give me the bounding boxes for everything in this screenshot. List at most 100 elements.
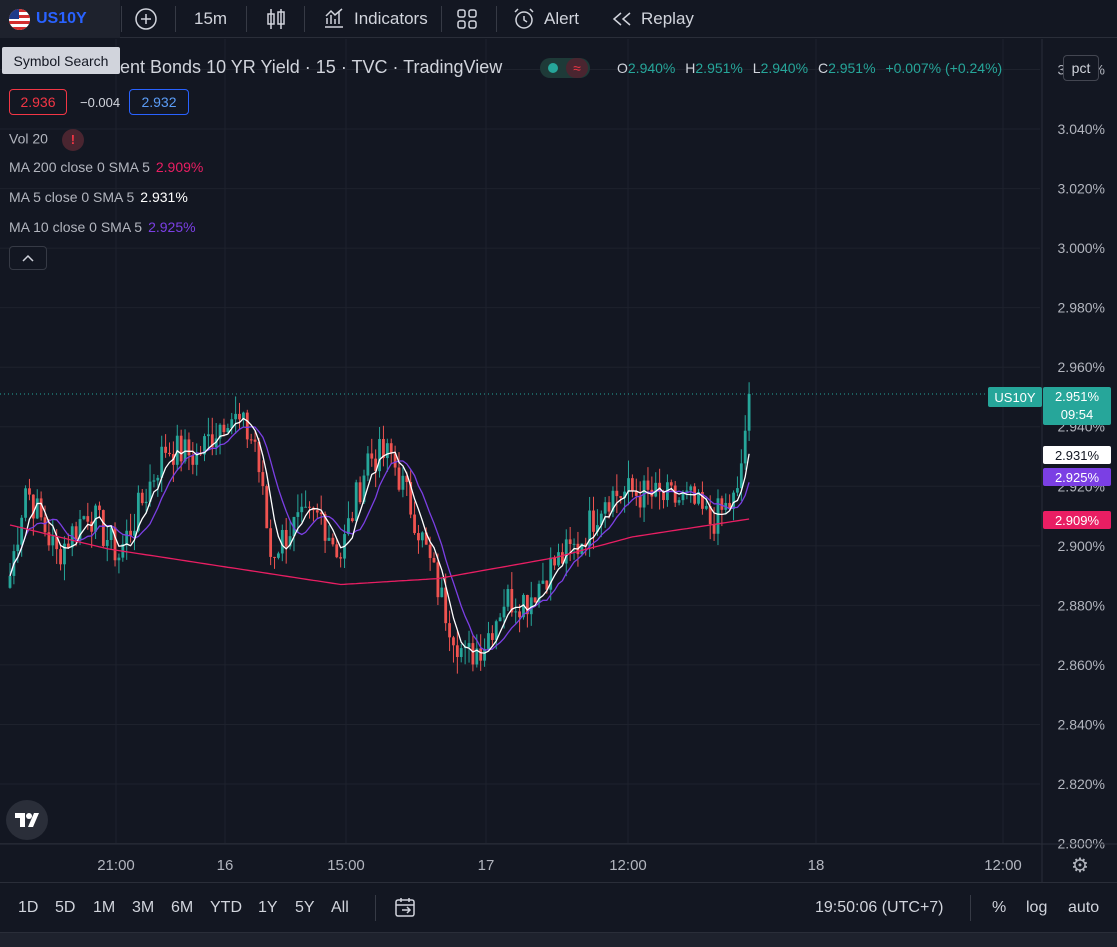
candle-body xyxy=(308,506,311,508)
candle-body xyxy=(28,488,31,495)
time-axis-label: 17 xyxy=(478,857,495,874)
candle-body xyxy=(444,587,448,624)
range-1m-button[interactable]: 1M xyxy=(93,899,115,917)
close-key: C xyxy=(817,60,829,76)
candle-body xyxy=(455,645,459,658)
last-price-value: 2.951% xyxy=(1054,389,1100,404)
range-1y-button[interactable]: 1Y xyxy=(258,899,278,917)
ma5-legend[interactable]: MA 5 close 0 SMA 5 2.931% xyxy=(9,189,188,205)
compare-symbol-button[interactable] xyxy=(132,0,160,38)
candle-body xyxy=(739,463,743,489)
candle-body xyxy=(339,557,343,559)
candle-body xyxy=(736,488,739,493)
candle-body xyxy=(222,424,226,433)
settings-gear-icon[interactable]: ⚙ xyxy=(1068,853,1092,877)
candle-body xyxy=(164,446,167,453)
chevron-up-icon xyxy=(22,254,34,262)
range-1d-button[interactable]: 1D xyxy=(18,899,38,917)
buy-price-button[interactable]: 2.932 xyxy=(129,89,189,115)
candle-body xyxy=(51,536,55,546)
candle-body xyxy=(238,413,241,420)
candle-body xyxy=(245,412,249,440)
candle-body xyxy=(615,490,619,497)
candles-icon xyxy=(267,9,285,29)
range-3m-button[interactable]: 3M xyxy=(132,899,154,917)
candle-body xyxy=(140,492,144,504)
ma10-value: 2.925% xyxy=(148,219,196,235)
range-6m-button[interactable]: 6M xyxy=(171,899,193,917)
range-ytd-button[interactable]: YTD xyxy=(210,899,242,917)
candle-body xyxy=(471,643,475,665)
price-axis-label: 2.860% xyxy=(1058,657,1105,673)
grid-icon xyxy=(457,9,477,29)
candle-body xyxy=(261,472,265,487)
volume-indicator-legend[interactable]: Vol 20! xyxy=(9,129,84,151)
change-value: +0.007% (+0.24%) xyxy=(885,60,1003,76)
calendar-arrow-icon xyxy=(395,898,415,917)
collapse-legend-button[interactable] xyxy=(9,246,47,270)
candle-body xyxy=(249,439,253,441)
candle-body xyxy=(350,518,354,521)
ma5-label: MA 5 close 0 SMA 5 xyxy=(9,189,135,205)
range-5d-button[interactable]: 5D xyxy=(55,899,75,917)
low-value: 2.940% xyxy=(760,60,809,76)
open-key: O xyxy=(617,60,628,76)
layouts-button[interactable] xyxy=(455,0,479,38)
time-axis-label: 18 xyxy=(808,857,825,874)
candle-body xyxy=(269,528,273,557)
price-scale-mode-button[interactable]: pct xyxy=(1063,55,1099,81)
candle-body xyxy=(432,557,436,563)
range-5y-button[interactable]: 5Y xyxy=(295,899,315,917)
candle-body xyxy=(677,500,681,503)
candle-body xyxy=(191,455,195,465)
auto-scale-toggle[interactable]: auto xyxy=(1068,899,1099,917)
candle-body xyxy=(20,517,24,545)
toolbar-divider xyxy=(175,6,176,32)
ma200-value: 2.909% xyxy=(155,159,204,175)
candle-body xyxy=(654,482,658,497)
ma5-value: 2.931% xyxy=(140,189,188,205)
clock-timezone-button[interactable]: 19:50:06 (UTC+7) xyxy=(815,899,944,917)
candle-body xyxy=(385,443,389,459)
sell-price-button[interactable]: 2.936 xyxy=(9,89,67,115)
warning-icon[interactable]: ! xyxy=(61,129,84,151)
candle-body xyxy=(347,518,350,535)
ma10-price-tag: 2.925% xyxy=(1043,468,1111,486)
candle-body xyxy=(273,556,276,558)
candle-body xyxy=(117,557,121,561)
price-axis-label: 2.820% xyxy=(1058,776,1105,792)
candle-body xyxy=(86,516,90,522)
candle-body xyxy=(646,480,650,490)
indicators-button[interactable]: Indicators xyxy=(322,0,428,38)
candle-body xyxy=(304,506,308,508)
candle-body xyxy=(98,505,101,511)
candle-body xyxy=(24,488,27,518)
legend-symbol-title[interactable]: ent Bonds 10 YR Yield · 15 · TVC · Tradi… xyxy=(120,57,502,78)
percent-scale-toggle[interactable]: % xyxy=(992,899,1006,917)
bottom-panel-strip xyxy=(0,932,1117,947)
candle-body xyxy=(448,623,451,638)
chart-type-button[interactable] xyxy=(264,0,288,38)
replay-button[interactable]: Replay xyxy=(611,0,694,38)
candle-body xyxy=(43,517,47,533)
candle-body xyxy=(420,532,424,541)
indicators-icon xyxy=(325,8,343,28)
interval-button[interactable]: 15m xyxy=(194,0,227,38)
range-all-button[interactable]: All xyxy=(331,899,349,917)
bottom-divider xyxy=(375,895,376,921)
ma200-legend[interactable]: MA 200 close 0 SMA 5 2.909% xyxy=(9,159,203,175)
alert-button[interactable]: Alert xyxy=(512,0,579,38)
symbol-search-button[interactable]: US10Y xyxy=(0,0,120,38)
bottom-divider xyxy=(970,895,971,921)
tradingview-logo[interactable] xyxy=(6,800,48,840)
toolbar-divider xyxy=(496,6,497,32)
ma10-legend[interactable]: MA 10 close 0 SMA 5 2.925% xyxy=(9,219,196,235)
price-axis-label: 2.880% xyxy=(1058,597,1105,613)
log-scale-toggle[interactable]: log xyxy=(1026,899,1047,917)
go-to-date-button[interactable] xyxy=(393,896,417,925)
candle-body xyxy=(366,453,370,476)
price-axis-label: 2.840% xyxy=(1058,716,1105,732)
market-status-indicator[interactable]: ≈ xyxy=(540,58,590,78)
ma10-label: MA 10 close 0 SMA 5 xyxy=(9,219,143,235)
open-value: 2.940% xyxy=(627,60,676,76)
